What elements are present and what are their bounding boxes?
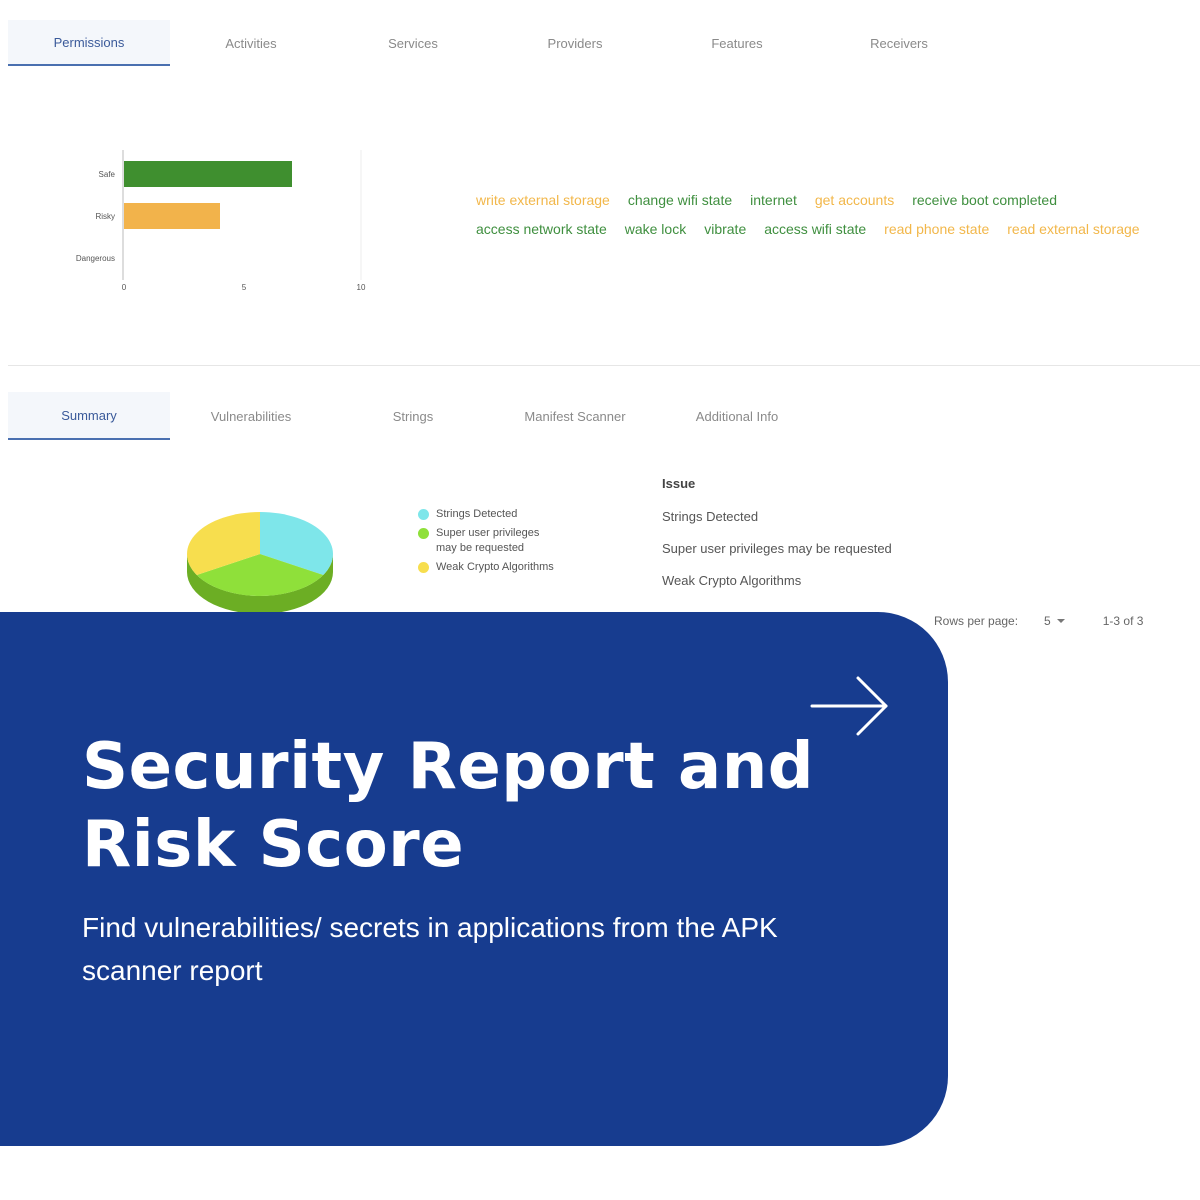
permission-tag: vibrate	[704, 221, 747, 237]
permission-tag: receive boot completed	[912, 192, 1057, 208]
y-tick-label: Risky	[95, 212, 115, 221]
tab-manifest-scanner[interactable]: Manifest Scanner	[494, 392, 656, 440]
issues-table: Issue Strings Detected Super user privil…	[662, 472, 892, 598]
card-subtitle: Find vulnerabilities/ secrets in applica…	[82, 912, 778, 986]
x-tick-label: 10	[357, 283, 366, 292]
permission-tag: change wifi state	[627, 192, 733, 208]
legend-item: Strings Detected	[418, 507, 586, 522]
summary-tab-bar: Summary Vulnerabilities Strings Manifest…	[8, 392, 808, 440]
legend-label: Weak Crypto Algorithms	[436, 561, 554, 573]
table-pagination: Rows per page: 5 1-3 of 3	[934, 614, 1143, 628]
caret-down-icon	[1056, 619, 1065, 623]
permission-tag: access wifi state	[764, 221, 867, 237]
tab-summary[interactable]: Summary	[8, 392, 170, 440]
y-tick-label: Safe	[99, 170, 116, 179]
tab-services[interactable]: Services	[332, 20, 494, 66]
permissions-panel: Safe Risky Dangerous 0 5 10 write external st…	[8, 68, 1200, 366]
issues-table-header: Issue	[662, 476, 696, 491]
tab-strings[interactable]: Strings	[332, 392, 494, 440]
permission-tag: read external storage	[1007, 221, 1140, 237]
table-row[interactable]: Weak Crypto Algorithms	[662, 566, 892, 598]
tab-receivers[interactable]: Receivers	[818, 20, 980, 66]
x-tick-label: 0	[122, 283, 127, 292]
card-title: Security Report and Risk Score	[82, 730, 815, 882]
issues-pie-chart	[187, 512, 333, 614]
permission-tag: wake lock	[624, 221, 687, 237]
tab-additional-info[interactable]: Additional Info	[656, 392, 818, 440]
pagination-range: 1-3 of 3	[1102, 614, 1144, 628]
tab-providers[interactable]: Providers	[494, 20, 656, 66]
legend-item: Weak Crypto Algorithms	[418, 560, 586, 575]
tab-activities[interactable]: Activities	[170, 20, 332, 66]
legend-swatch	[418, 528, 429, 539]
tab-features[interactable]: Features	[656, 20, 818, 66]
permission-tags-row-1: write external storage change wifi state…	[476, 192, 1200, 221]
table-row[interactable]: Strings Detected	[662, 502, 892, 534]
y-tick-label: Dangerous	[76, 254, 115, 263]
permission-tags: write external storage change wifi state…	[476, 192, 1200, 250]
permissions-bar-chart: Safe Risky Dangerous 0 5 10	[76, 150, 366, 292]
top-tab-bar: Permissions Activities Services Provider…	[8, 20, 1008, 66]
permission-tag: access network state	[476, 221, 607, 237]
pie-legend: Strings Detected Super user privileges m…	[418, 507, 586, 579]
bar-safe	[124, 161, 292, 187]
bar-risky	[124, 203, 220, 229]
x-tick-label: 5	[242, 283, 247, 292]
permission-tag: write external storage	[476, 192, 610, 208]
legend-swatch	[418, 562, 429, 573]
tab-permissions[interactable]: Permissions	[8, 20, 170, 66]
permission-tag: read phone state	[884, 221, 990, 237]
legend-label: Super user privileges may be requested	[436, 527, 540, 554]
rows-per-page-select[interactable]: 5	[1044, 614, 1065, 628]
permission-tag: internet	[750, 192, 797, 208]
legend-swatch	[418, 509, 429, 520]
permission-tags-row-2: access network state wake lock vibrate a…	[476, 221, 1200, 250]
legend-item: Super user privileges may be requested	[418, 526, 586, 556]
rows-per-page-label: Rows per page:	[934, 614, 1019, 628]
legend-label: Strings Detected	[436, 508, 518, 520]
table-row[interactable]: Super user privileges may be requested	[662, 534, 892, 566]
tab-vulnerabilities[interactable]: Vulnerabilities	[170, 392, 332, 440]
permission-tag: get accounts	[814, 192, 895, 208]
rows-per-page-value: 5	[1044, 614, 1051, 628]
